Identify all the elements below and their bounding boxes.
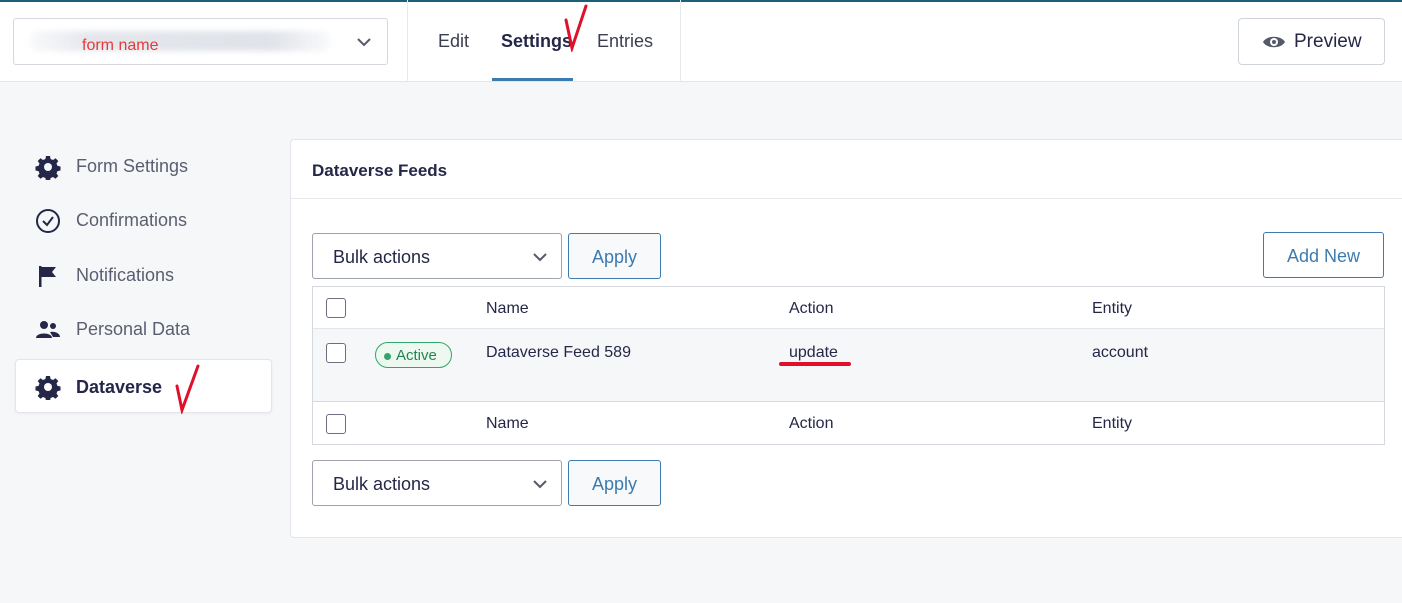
table-header-row: Name Action Entity [313, 287, 1384, 329]
users-icon [36, 321, 60, 338]
column-footer-action[interactable]: Action [789, 415, 833, 433]
sidebar-item-personal-data[interactable]: Personal Data [15, 302, 272, 356]
sidebar-item-label: Form Settings [76, 156, 189, 176]
tab-separator [680, 0, 681, 82]
chevron-down-icon [357, 38, 371, 47]
apply-label: Apply [591, 474, 638, 494]
panel-title: Dataverse Feeds [312, 161, 448, 180]
table-row: Active Dataverse Feed 589 update account [313, 329, 1384, 402]
status-dot-icon [384, 353, 391, 360]
tab-edit[interactable]: Edit [438, 31, 469, 52]
gear-icon [35, 376, 61, 400]
gear-icon [35, 156, 61, 180]
select-all-checkbox-footer[interactable] [326, 414, 346, 434]
add-new-label: Add New [1286, 246, 1361, 266]
sidebar-item-confirmations[interactable]: Confirmations [15, 193, 272, 247]
feed-entity: account [1092, 344, 1149, 361]
top-bar: form name Edit Settings Entries Preview [0, 0, 1402, 82]
column-footer-entity[interactable]: Entity [1092, 415, 1132, 433]
add-new-button[interactable]: Add New [1263, 232, 1384, 278]
apply-button-top[interactable]: Apply [568, 233, 661, 279]
bulk-actions-label: Bulk actions [333, 247, 431, 267]
feed-name[interactable]: Dataverse Feed 589 [486, 344, 631, 362]
column-footer-name[interactable]: Name [486, 415, 529, 433]
sidebar-item-form-settings[interactable]: Form Settings [15, 139, 272, 193]
form-name-annotation: form name [82, 37, 159, 54]
sidebar-item-label: Notifications [76, 265, 175, 285]
sidebar-item-label: Dataverse [76, 377, 163, 397]
checkmark-annotation-icon [175, 364, 200, 414]
preview-label: Preview [1294, 31, 1362, 52]
bulk-actions-label: Bulk actions [333, 474, 431, 494]
divider [291, 198, 1402, 199]
sidebar-item-label: Personal Data [76, 319, 191, 339]
top-accent-line [0, 0, 1402, 2]
redacted-form-name [30, 31, 330, 51]
feeds-table: Name Action Entity Active Dataverse Feed… [312, 286, 1385, 445]
table-footer-row: Name Action Entity [313, 402, 1384, 444]
column-header-name[interactable]: Name [486, 300, 529, 318]
eye-icon [1263, 36, 1285, 48]
apply-label: Apply [591, 247, 638, 267]
bulk-actions-select-bottom[interactable]: Bulk actions [312, 460, 562, 506]
column-header-action[interactable]: Action [789, 300, 833, 318]
check-circle-icon [36, 209, 60, 233]
checkmark-annotation-icon [564, 4, 588, 52]
status-badge[interactable]: Active [375, 342, 452, 368]
chevron-down-icon [533, 480, 547, 489]
row-checkbox[interactable] [326, 343, 346, 363]
active-tab-indicator [492, 78, 573, 81]
apply-button-bottom[interactable]: Apply [568, 460, 661, 506]
tab-entries[interactable]: Entries [597, 31, 653, 52]
feed-action: update [789, 344, 838, 361]
bulk-actions-select-top[interactable]: Bulk actions [312, 233, 562, 279]
column-header-entity[interactable]: Entity [1092, 300, 1132, 318]
dataverse-feeds-panel: Dataverse Feeds Bulk actions Apply Add N… [290, 139, 1402, 538]
underline-annotation [779, 362, 851, 366]
sidebar-item-dataverse[interactable]: Dataverse [15, 359, 272, 414]
chevron-down-icon [533, 253, 547, 262]
tab-separator [407, 0, 408, 82]
select-all-checkbox[interactable] [326, 298, 346, 318]
sidebar-item-label: Confirmations [76, 210, 188, 230]
status-label: Active [396, 347, 437, 364]
preview-button[interactable]: Preview [1238, 18, 1385, 65]
sidebar-item-notifications[interactable]: Notifications [15, 248, 272, 302]
form-selector[interactable]: form name [13, 18, 388, 65]
flag-icon [39, 266, 56, 287]
